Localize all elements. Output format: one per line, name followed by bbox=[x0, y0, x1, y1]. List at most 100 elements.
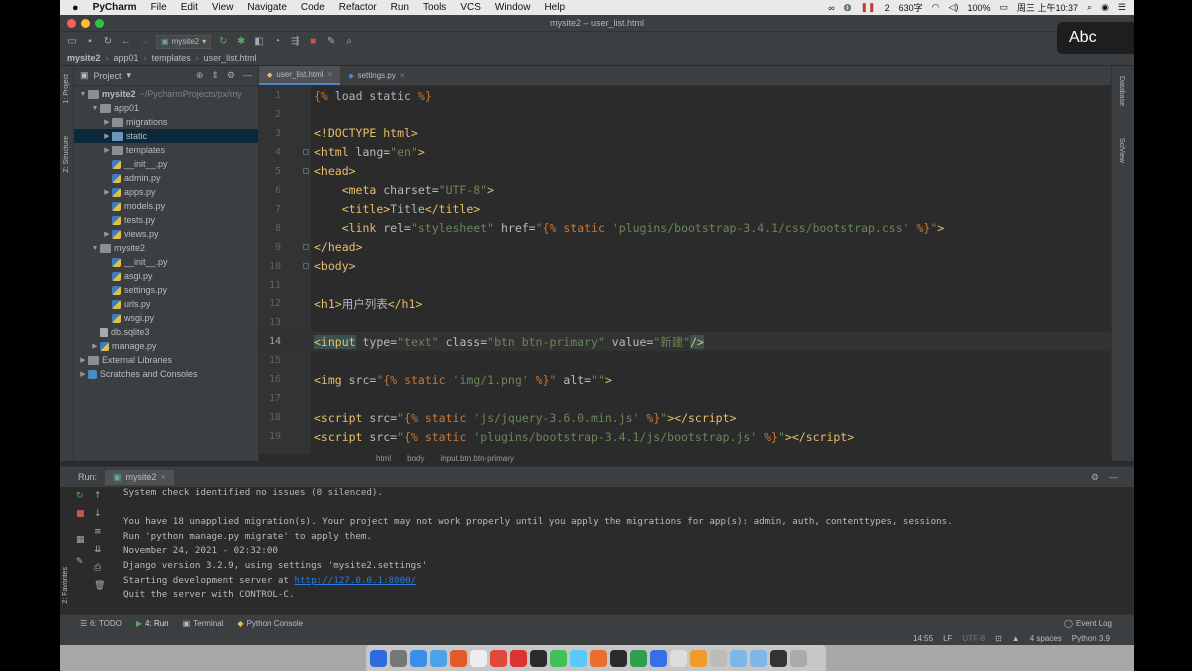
line-separator[interactable]: LF bbox=[943, 634, 952, 643]
gear-icon[interactable]: ⚙ bbox=[1091, 472, 1099, 483]
tree-item[interactable]: ▶ apps.py bbox=[74, 185, 258, 199]
menu-code[interactable]: Code bbox=[301, 2, 325, 13]
sublime-icon[interactable] bbox=[590, 649, 607, 667]
chevron-right-icon[interactable]: ▶ bbox=[78, 370, 88, 378]
layout-icon[interactable]: ▦ bbox=[76, 535, 85, 545]
profile-icon[interactable]: ◔ bbox=[271, 36, 283, 48]
tree-item[interactable]: admin.py bbox=[74, 171, 258, 185]
wrench-icon[interactable]: ✎ bbox=[325, 36, 337, 48]
chevron-down-icon[interactable]: ▾ bbox=[127, 70, 132, 81]
python-console-tool-button[interactable]: ◆ Python Console bbox=[237, 619, 303, 628]
close-icon[interactable]: × bbox=[328, 70, 333, 79]
menu-window[interactable]: Window bbox=[495, 2, 531, 13]
favorites-tool-button[interactable]: 2: Favorites bbox=[62, 567, 69, 604]
stop-icon[interactable]: ■ bbox=[307, 36, 319, 48]
menu-refactor[interactable]: Refactor bbox=[339, 2, 377, 13]
notification-count[interactable]: 2 bbox=[885, 3, 890, 13]
tree-item[interactable]: __init__.py bbox=[74, 157, 258, 171]
tree-item[interactable]: tests.py bbox=[74, 213, 258, 227]
gear-icon[interactable]: ⚙ bbox=[227, 70, 235, 81]
wifi-icon[interactable]: ◠ bbox=[932, 2, 940, 13]
chevron-right-icon[interactable]: ▶ bbox=[102, 132, 112, 140]
app-icon[interactable] bbox=[510, 649, 527, 667]
code-line[interactable]: 5 <head> bbox=[259, 162, 1111, 181]
tree-item[interactable]: ▶ migrations bbox=[74, 115, 258, 129]
code-line[interactable]: 16 <img src="{% static 'img/1.png' %}" al… bbox=[259, 370, 1111, 389]
pycharm-icon[interactable] bbox=[530, 649, 547, 667]
stop-icon[interactable]: ■ bbox=[76, 509, 85, 519]
chevron-right-icon[interactable]: ▶ bbox=[90, 342, 100, 350]
control-center-icon[interactable]: ☰ bbox=[1118, 2, 1126, 13]
back-arrow-icon[interactable]: ← bbox=[120, 36, 132, 48]
close-icon[interactable]: × bbox=[161, 472, 166, 482]
code-line[interactable]: 1 {% load static %} bbox=[259, 86, 1111, 105]
run-tool-button[interactable]: ▶ 4: Run bbox=[136, 619, 169, 628]
soft-wrap-icon[interactable]: ≡ bbox=[94, 527, 102, 537]
print-icon[interactable]: ⎙ bbox=[94, 563, 101, 573]
event-log-tool-button[interactable]: ◯ Event Log bbox=[1064, 619, 1134, 628]
sciview-tool-button[interactable]: SciView bbox=[1118, 138, 1125, 163]
tree-item[interactable]: urls.py bbox=[74, 297, 258, 311]
app-icon[interactable] bbox=[650, 649, 667, 667]
app-icon[interactable] bbox=[690, 649, 707, 667]
hide-panel-icon[interactable]: — bbox=[243, 70, 252, 81]
chevron-right-icon[interactable]: ▶ bbox=[102, 188, 112, 196]
tree-item[interactable]: wsgi.py bbox=[74, 311, 258, 325]
pin-icon[interactable]: ✎ bbox=[76, 557, 84, 567]
siri-icon[interactable]: ◉ bbox=[1101, 2, 1109, 13]
tree-item[interactable]: ▶ Scratches and Consoles bbox=[74, 367, 258, 381]
chevron-down-icon[interactable]: ▼ bbox=[90, 105, 100, 112]
run-console[interactable]: System check identified no issues (0 sil… bbox=[123, 487, 953, 604]
lock-icon[interactable]: ⊡ bbox=[995, 634, 1002, 643]
coverage-icon[interactable]: ◧ bbox=[253, 36, 265, 48]
menu-edit[interactable]: Edit bbox=[181, 2, 198, 13]
code-line[interactable]: 12 <h1>用户列表</h1> bbox=[259, 294, 1111, 313]
run-configuration-select[interactable]: ▣ mysite2 ▾ bbox=[156, 34, 212, 49]
run-tab[interactable]: ▣ mysite2 × bbox=[105, 469, 174, 485]
apple-icon[interactable]: ● bbox=[72, 2, 79, 14]
minimize-window-button[interactable] bbox=[81, 19, 90, 28]
project-tool-button[interactable]: 1: Project bbox=[63, 74, 70, 104]
save-icon[interactable]: ▪ bbox=[84, 36, 96, 48]
forward-arrow-icon[interactable]: → bbox=[138, 36, 150, 48]
tree-item[interactable]: asgi.py bbox=[74, 269, 258, 283]
collapse-all-icon[interactable]: ⇕ bbox=[211, 70, 219, 81]
code-line[interactable]: 18 <script src="{% static 'js/jquery-3.6.… bbox=[259, 408, 1111, 427]
tree-item[interactable]: ▼ mysite2 bbox=[74, 241, 258, 255]
code-line[interactable]: 8 <link rel="stylesheet" href="{% static… bbox=[259, 219, 1111, 238]
server-link[interactable]: http://127.0.0.1:8000/ bbox=[294, 575, 416, 586]
breadcrumb-item[interactable]: app01 bbox=[114, 53, 139, 63]
menu-help[interactable]: Help bbox=[544, 2, 565, 13]
breadcrumb-item[interactable]: templates bbox=[152, 53, 191, 63]
editor-breadcrumb-item[interactable]: input.btn.btn-primary bbox=[440, 454, 513, 464]
up-arrow-icon[interactable]: ↑ bbox=[94, 491, 102, 501]
zoom-window-button[interactable] bbox=[95, 19, 104, 28]
sync-icon[interactable]: ↻ bbox=[102, 36, 114, 48]
folder-icon[interactable] bbox=[750, 649, 767, 667]
editor-breadcrumb-item[interactable]: body bbox=[407, 454, 424, 464]
safari-icon[interactable] bbox=[410, 649, 427, 667]
menu-navigate[interactable]: Navigate bbox=[247, 2, 286, 13]
fold-marker-icon[interactable] bbox=[303, 263, 309, 270]
tree-item[interactable]: ▶ templates bbox=[74, 143, 258, 157]
search-everywhere-icon[interactable]: ⌕ bbox=[343, 36, 355, 48]
tree-item[interactable]: db.sqlite3 bbox=[74, 325, 258, 339]
wechat-icon[interactable] bbox=[550, 649, 567, 667]
pause-icon[interactable]: ❚❚ bbox=[861, 2, 876, 13]
tree-item[interactable]: ▼ mysite2 ~/PycharmProjects/px/my bbox=[74, 87, 258, 101]
tree-item[interactable]: models.py bbox=[74, 199, 258, 213]
menu-run[interactable]: Run bbox=[391, 2, 409, 13]
clock[interactable]: 周三 上午10:37 bbox=[1017, 1, 1078, 14]
maps-icon[interactable] bbox=[570, 649, 587, 667]
folder-icon[interactable] bbox=[730, 649, 747, 667]
firefox-icon[interactable] bbox=[450, 649, 467, 667]
fold-marker-icon[interactable] bbox=[303, 149, 309, 156]
rerun-icon[interactable]: ↻ bbox=[217, 36, 229, 48]
chevron-down-icon[interactable]: ▼ bbox=[78, 91, 88, 98]
chevron-right-icon[interactable]: ▶ bbox=[78, 356, 88, 364]
app-menu[interactable]: PyCharm bbox=[93, 2, 137, 13]
rerun-icon[interactable]: ↻ bbox=[76, 491, 84, 501]
debug-icon[interactable]: ✱ bbox=[235, 36, 247, 48]
chevron-right-icon[interactable]: ▶ bbox=[102, 230, 112, 238]
tree-item[interactable]: ▶ External Libraries bbox=[74, 353, 258, 367]
